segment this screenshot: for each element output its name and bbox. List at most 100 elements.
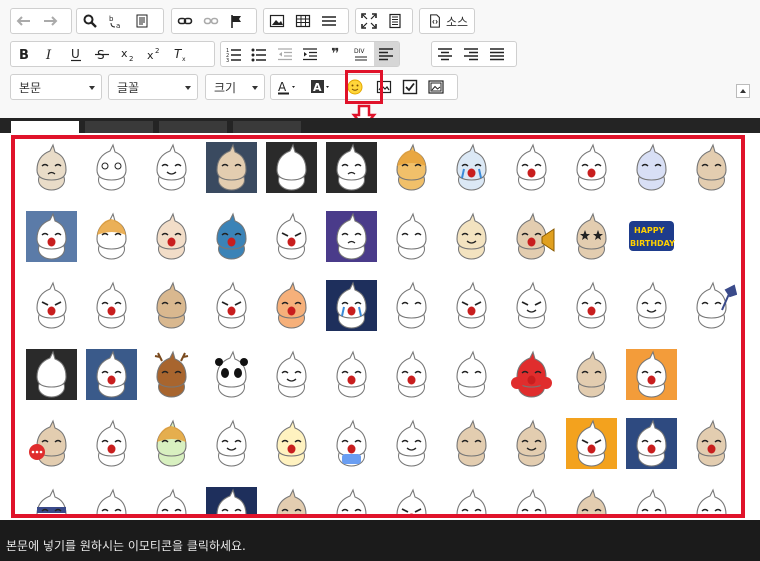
- undo-button[interactable]: [11, 9, 37, 33]
- numbered-list-button[interactable]: 123: [221, 42, 246, 66]
- emoticon-item[interactable]: [146, 211, 197, 262]
- justify-button[interactable]: [484, 42, 510, 66]
- emoticon-item[interactable]: [206, 280, 257, 331]
- emoticon-item[interactable]: [206, 487, 257, 514]
- emoticon-item[interactable]: [266, 418, 317, 469]
- link-button[interactable]: [172, 9, 198, 33]
- emoticon-item[interactable]: [266, 487, 317, 514]
- emoticon-item[interactable]: [386, 211, 437, 262]
- emoticon-item[interactable]: [146, 487, 197, 514]
- emoticon-item[interactable]: [566, 418, 617, 469]
- emoticon-item[interactable]: [26, 418, 77, 469]
- emoticon-item[interactable]: [326, 418, 377, 469]
- emoticon-item[interactable]: [26, 280, 77, 331]
- bold-button[interactable]: B: [11, 42, 37, 66]
- emoticon-item[interactable]: [626, 487, 677, 514]
- emoticon-item[interactable]: [86, 280, 137, 331]
- emoticon-item[interactable]: [146, 349, 197, 400]
- emoticon-item[interactable]: [386, 418, 437, 469]
- align-left-button[interactable]: [373, 42, 399, 66]
- source-button[interactable]: 소스: [419, 8, 475, 34]
- emoticon-item[interactable]: [326, 142, 377, 193]
- emoticon-item[interactable]: [446, 418, 497, 469]
- emoticon-item[interactable]: [386, 142, 437, 193]
- emoticon-item[interactable]: [626, 418, 677, 469]
- show-blocks-button[interactable]: [382, 9, 408, 33]
- emoticon-item[interactable]: [506, 418, 557, 469]
- size-combo[interactable]: 크기: [205, 74, 265, 100]
- emoticon-item[interactable]: [446, 349, 497, 400]
- emoticon-item[interactable]: [506, 487, 557, 514]
- emoticon-item[interactable]: [326, 280, 377, 331]
- emoticon-item[interactable]: [146, 142, 197, 193]
- emoticon-item[interactable]: [626, 280, 677, 331]
- emoticon-item[interactable]: [686, 280, 737, 331]
- emoticon-item[interactable]: [86, 142, 137, 193]
- emoticon-tab-4[interactable]: [233, 121, 301, 133]
- emoticon-item[interactable]: [386, 280, 437, 331]
- emoticon-item[interactable]: [26, 487, 77, 514]
- emoticon-item[interactable]: [26, 142, 77, 193]
- checkbox-button[interactable]: [397, 75, 423, 99]
- find-button[interactable]: [77, 9, 103, 33]
- emoticon-item[interactable]: [266, 211, 317, 262]
- emoticon-tab-2[interactable]: [85, 121, 153, 133]
- emoticon-item[interactable]: [566, 349, 617, 400]
- emoticon-item[interactable]: [206, 418, 257, 469]
- emoticon-item[interactable]: [686, 142, 737, 193]
- emoticon-item[interactable]: [86, 487, 137, 514]
- emoticon-item[interactable]: [506, 211, 557, 262]
- emoticon-item[interactable]: [86, 211, 137, 262]
- emoticon-item[interactable]: [86, 349, 137, 400]
- emoticon-item[interactable]: [26, 211, 77, 262]
- emoticon-item[interactable]: [506, 349, 557, 400]
- align-center-button[interactable]: [432, 42, 458, 66]
- emoticon-item[interactable]: [386, 487, 437, 514]
- emoticon-item[interactable]: [446, 142, 497, 193]
- emoticon-item[interactable]: [266, 280, 317, 331]
- emoticon-item[interactable]: HAPPY BIRTHDAY: [626, 211, 677, 262]
- bulleted-list-button[interactable]: [246, 42, 271, 66]
- emoticon-item[interactable]: [566, 487, 617, 514]
- table-button[interactable]: [290, 9, 316, 33]
- horizontal-rule-button[interactable]: [316, 9, 342, 33]
- emoticon-item[interactable]: [446, 211, 497, 262]
- emoticon-item[interactable]: [626, 142, 677, 193]
- emoticon-item[interactable]: [266, 142, 317, 193]
- image-button[interactable]: [264, 9, 290, 33]
- replace-button[interactable]: ba: [103, 9, 129, 33]
- superscript-button[interactable]: x2: [141, 42, 167, 66]
- emoticon-item[interactable]: [206, 349, 257, 400]
- emoticon-item[interactable]: [26, 349, 77, 400]
- emoticon-item[interactable]: [386, 349, 437, 400]
- outdent-button[interactable]: [272, 42, 297, 66]
- emoticon-item[interactable]: [326, 349, 377, 400]
- emoticon-item[interactable]: [446, 487, 497, 514]
- emoticon-item[interactable]: [326, 487, 377, 514]
- maximize-button[interactable]: [356, 9, 382, 33]
- emoticon-item[interactable]: [146, 418, 197, 469]
- strike-button[interactable]: S: [89, 42, 115, 66]
- emoticon-item[interactable]: [266, 349, 317, 400]
- background-color-button[interactable]: A: [305, 75, 339, 99]
- remove-format-button[interactable]: Tx: [167, 42, 193, 66]
- format-combo[interactable]: 본문: [10, 74, 102, 100]
- emoticon-item[interactable]: [86, 418, 137, 469]
- image-button-button[interactable]: [423, 75, 449, 99]
- emoticon-item[interactable]: [566, 280, 617, 331]
- subscript-button[interactable]: x2: [115, 42, 141, 66]
- emoticon-tab-3[interactable]: [159, 121, 227, 133]
- collapse-toolbar-button[interactable]: [736, 84, 750, 98]
- emoticon-item[interactable]: [446, 280, 497, 331]
- redo-button[interactable]: [37, 9, 63, 33]
- emoticon-item[interactable]: [326, 211, 377, 262]
- anchor-button[interactable]: [224, 9, 250, 33]
- blockquote-button[interactable]: ❞: [323, 42, 348, 66]
- indent-button[interactable]: [297, 42, 322, 66]
- emoticon-item[interactable]: [206, 142, 257, 193]
- italic-button[interactable]: I: [37, 42, 63, 66]
- emoticon-tab-1[interactable]: [11, 121, 79, 133]
- create-div-button[interactable]: DIV: [348, 42, 373, 66]
- emoticon-item[interactable]: [206, 211, 257, 262]
- align-right-button[interactable]: [458, 42, 484, 66]
